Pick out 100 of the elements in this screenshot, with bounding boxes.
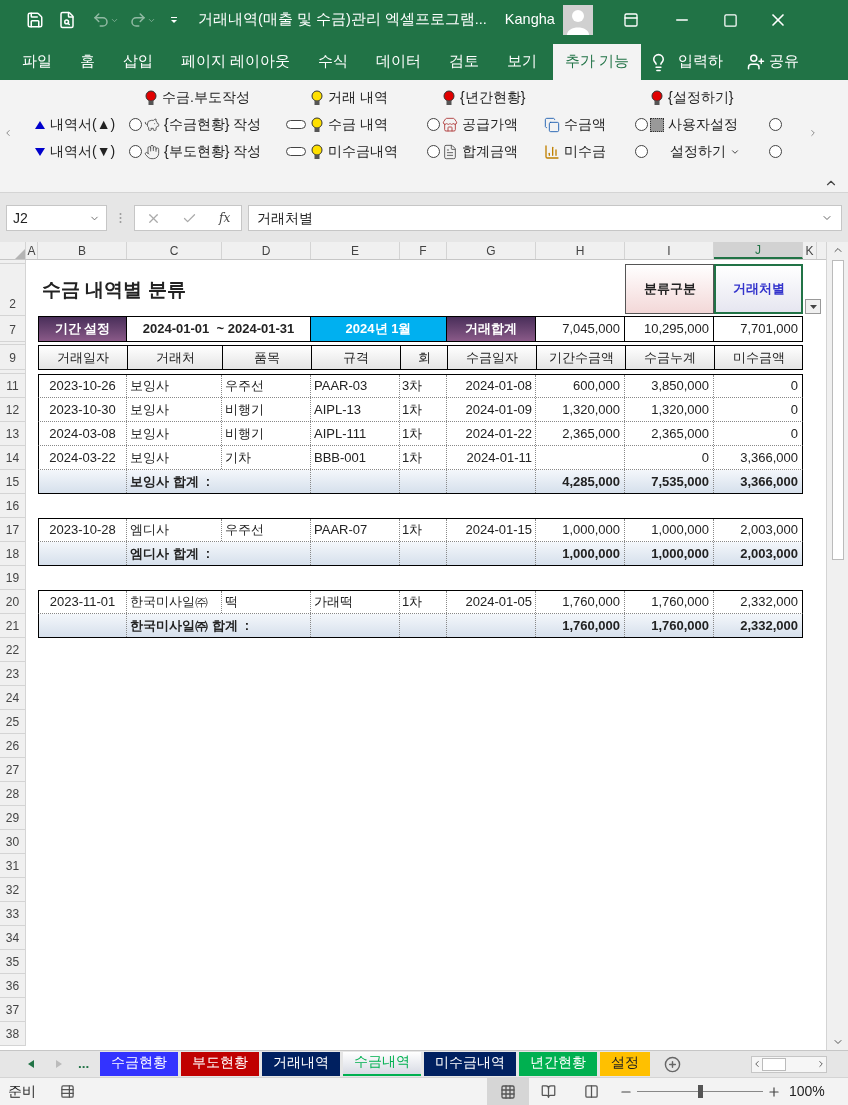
print-preview-icon[interactable] [58, 11, 76, 29]
maximize-icon[interactable] [722, 12, 738, 28]
row-number[interactable]: 2 [9, 295, 16, 313]
zoom-level[interactable]: 100% [789, 1081, 825, 1102]
ribbon-tab[interactable]: 삽입 [109, 44, 167, 80]
table-cell: 2,365,000 [625, 422, 714, 445]
ribbon-label: 내역서(▲) [50, 115, 116, 134]
dropdown-button[interactable] [805, 299, 821, 314]
ribbon-tab[interactable]: 수식 [304, 44, 363, 80]
ribbon-button[interactable]: 합계금액 [442, 139, 544, 164]
table-cell: 엠디사 [127, 519, 222, 541]
sheet-tab[interactable]: 부도현황 [181, 1051, 260, 1076]
customize-menu-icon[interactable] [170, 16, 178, 24]
ribbon-display-icon[interactable] [622, 12, 639, 28]
ribbon-button[interactable]: {설정하기} [650, 85, 766, 110]
name-box[interactable]: J2 [6, 205, 107, 231]
ribbon-button[interactable]: 수금.부도작성 [144, 85, 282, 110]
table-cell: PAAR-03 [311, 375, 400, 397]
ribbon-button[interactable]: 미수금내역 [310, 139, 424, 164]
zoom-slider-thumb[interactable] [698, 1085, 703, 1098]
macro-record-icon[interactable] [60, 1084, 75, 1099]
ribbon-tab[interactable]: 검토 [435, 44, 494, 80]
radio-button[interactable] [128, 118, 142, 131]
category-button[interactable]: 분류구분 [625, 264, 714, 314]
radio-button[interactable] [426, 118, 440, 131]
scrollbar-thumb[interactable] [762, 1057, 787, 1071]
horizontal-scrollbar[interactable] [751, 1055, 828, 1073]
ribbon-button[interactable]: {수금현황} 작성 [144, 112, 282, 137]
more-sheets-button[interactable]: ... [78, 1053, 90, 1075]
sheet-tab[interactable]: 거래내역 [262, 1051, 341, 1076]
ribbon-tab[interactable]: 페이지 레이아웃 [167, 44, 305, 80]
column-header[interactable]: D [222, 242, 311, 259]
row-number[interactable]: 9 [9, 349, 16, 367]
selected-cell[interactable]: 거래처별 [714, 264, 803, 314]
ribbon-tab[interactable]: 데이터 [362, 44, 436, 80]
ribbon-tab[interactable]: 보기 [493, 44, 552, 80]
share-button[interactable]: 공유 [769, 51, 800, 73]
ribbon-button[interactable]: 수금 내역 [310, 112, 424, 137]
save-icon[interactable] [26, 11, 44, 29]
page-break-view-icon[interactable] [584, 1084, 599, 1099]
column-header[interactable]: C [127, 242, 222, 259]
ribbon-button[interactable]: 사용자설정 [650, 112, 766, 137]
toggle-button[interactable] [286, 120, 306, 129]
table-cell: BBB-001 [311, 446, 400, 469]
column-header[interactable]: K [803, 242, 817, 259]
page-layout-view-icon[interactable] [541, 1084, 556, 1099]
user-name[interactable]: Kangha [504, 9, 555, 31]
radio-button[interactable] [634, 145, 648, 158]
ribbon-dropdown[interactable]: 설정하기 [650, 139, 766, 164]
table-cell: 보잉사 [127, 375, 222, 397]
normal-view-button[interactable] [487, 1077, 529, 1105]
radio-button[interactable] [128, 145, 142, 158]
row-number[interactable]: 7 [9, 321, 16, 339]
column-header[interactable]: H [536, 242, 625, 259]
zoom-slider[interactable] [637, 1084, 763, 1099]
table-cell-text: 7,701,000 [739, 320, 799, 339]
add-sheet-icon[interactable] [664, 1055, 682, 1073]
ribbon-button[interactable]: 내역서(▲) [18, 112, 126, 137]
copy-icon [544, 116, 560, 133]
ribbon-button[interactable]: 거래 내역 [310, 85, 424, 110]
table-cell-text: 0 [789, 400, 799, 419]
caret-icon[interactable] [809, 304, 817, 309]
ribbon-button[interactable]: {부도현황} 작성 [144, 139, 282, 164]
share-icon[interactable] [747, 53, 766, 71]
toggle-button[interactable] [286, 147, 306, 156]
radio-button[interactable] [768, 118, 782, 131]
ribbon-button[interactable]: 수금액 [544, 112, 632, 137]
drag-handle-icon[interactable] [119, 212, 122, 224]
insert-function-button[interactable]: fx [219, 209, 231, 227]
tell-me-field[interactable]: 입력하 [678, 51, 724, 73]
formula-field[interactable]: 거래처별 [248, 205, 842, 231]
table-cell: 우주선 [222, 519, 311, 541]
vertical-scrollbar[interactable] [826, 242, 848, 1050]
ribbon-button[interactable]: 내역서(▼) [18, 139, 126, 164]
table-cell: AIPL-111 [311, 422, 400, 445]
column-header[interactable]: F [400, 242, 447, 259]
avatar-icon[interactable] [562, 5, 593, 35]
sheet-tab[interactable]: 미수금내역 [424, 1051, 517, 1076]
zoom-in-icon[interactable] [767, 1084, 781, 1099]
column-header[interactable]: A [26, 242, 38, 259]
ribbon-tab[interactable]: 홈 [66, 44, 109, 80]
column-header[interactable]: J [714, 242, 803, 259]
column-header[interactable]: B [38, 242, 127, 259]
ribbon-button[interactable]: 미수금 [544, 139, 632, 164]
table-cell: 1,320,000 [625, 398, 714, 421]
sheet-tab[interactable]: 설정 [600, 1051, 651, 1076]
table-cell: 7,045,000 [536, 317, 625, 341]
radio-button[interactable] [634, 118, 648, 131]
radio-button[interactable] [426, 145, 440, 158]
table-cell: 비행기 [222, 422, 311, 445]
radio-button[interactable] [768, 145, 782, 158]
ribbon-button[interactable]: 공급가액 [442, 112, 544, 137]
sheet-tab[interactable]: 수금현황 [100, 1051, 179, 1076]
scrollbar-thumb[interactable] [831, 260, 844, 560]
previous-sheet-icon[interactable] [28, 1060, 34, 1068]
ribbon-button[interactable]: {년간현황} [442, 85, 544, 110]
ribbon-tab[interactable]: 파일 [8, 44, 66, 80]
column-header[interactable]: G [447, 242, 536, 259]
ribbon-tab[interactable]: 추가 기능 [553, 44, 642, 80]
column-header[interactable]: E [311, 242, 400, 259]
